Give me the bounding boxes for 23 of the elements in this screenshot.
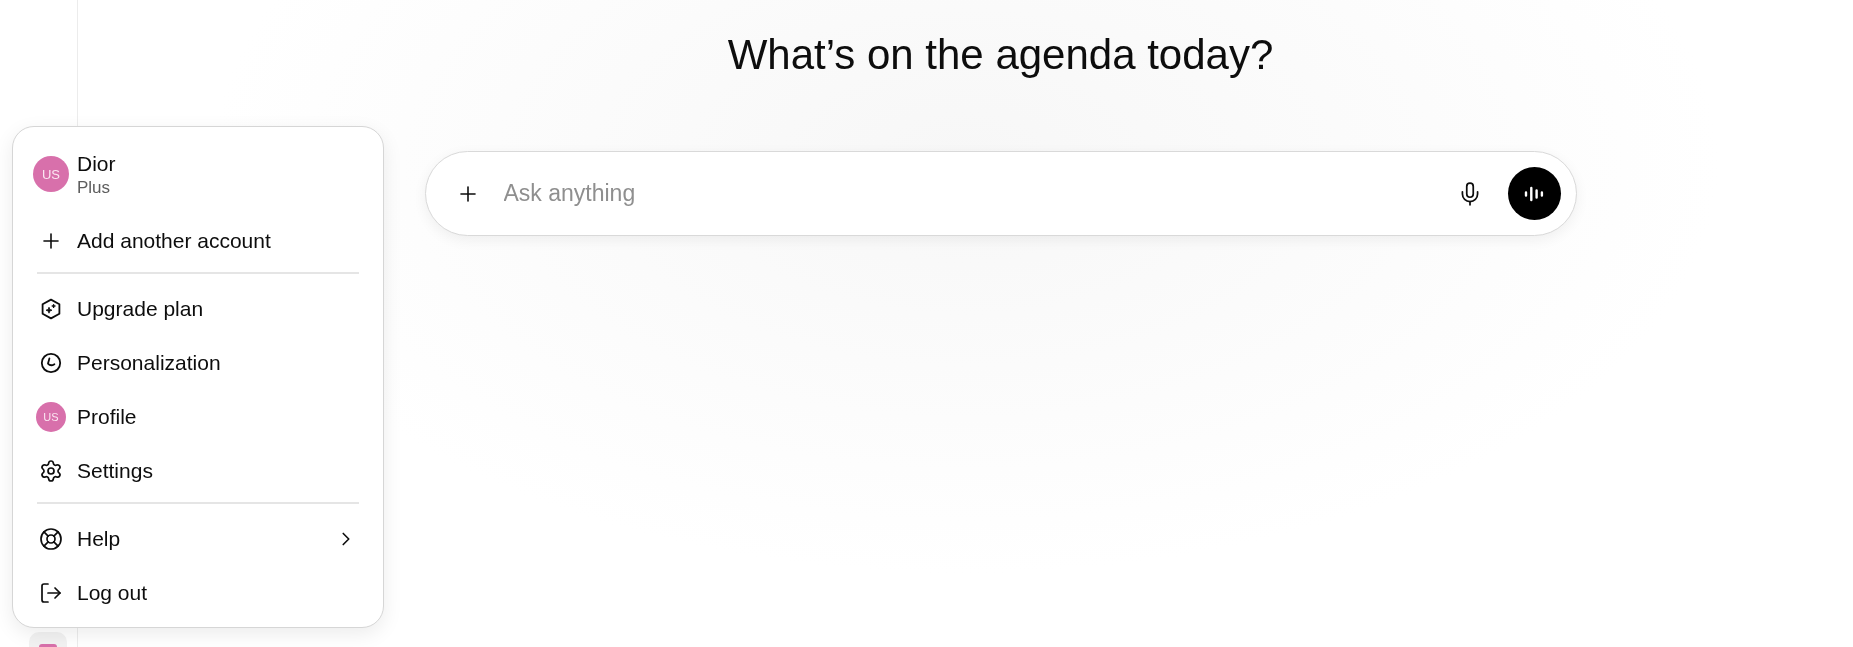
audio-waveform-icon	[1524, 185, 1544, 202]
menu-item[interactable]: Add another account	[21, 214, 375, 268]
voice-mode-button[interactable]	[1507, 167, 1561, 220]
menu-item[interactable]: Log out	[21, 566, 375, 620]
logout-icon	[39, 581, 63, 605]
account-button[interactable]	[29, 632, 67, 647]
menu-item[interactable]: US Profile	[21, 390, 375, 444]
account-plan: Plus	[77, 176, 112, 199]
menu-item[interactable]: Personalization	[21, 336, 375, 390]
menu-item[interactable]: Settings	[21, 444, 375, 498]
avatar-icon	[39, 644, 57, 647]
settings-icon	[39, 459, 63, 483]
user-avatar: US	[36, 402, 66, 432]
menu-item[interactable]: Upgrade plan	[21, 282, 375, 336]
clock-icon	[39, 351, 63, 375]
message-composer[interactable]: Ask anything	[424, 151, 1577, 236]
account-name: Dior	[77, 150, 116, 177]
lifebuoy-icon	[39, 527, 63, 551]
hexagon-sparkle-icon	[39, 297, 63, 321]
message-input[interactable]: Ask anything	[503, 173, 1445, 214]
page-heading: What’s on the agenda today?	[727, 30, 1274, 80]
user-avatar: US	[33, 156, 69, 192]
menu-item[interactable]: Help	[21, 512, 375, 566]
